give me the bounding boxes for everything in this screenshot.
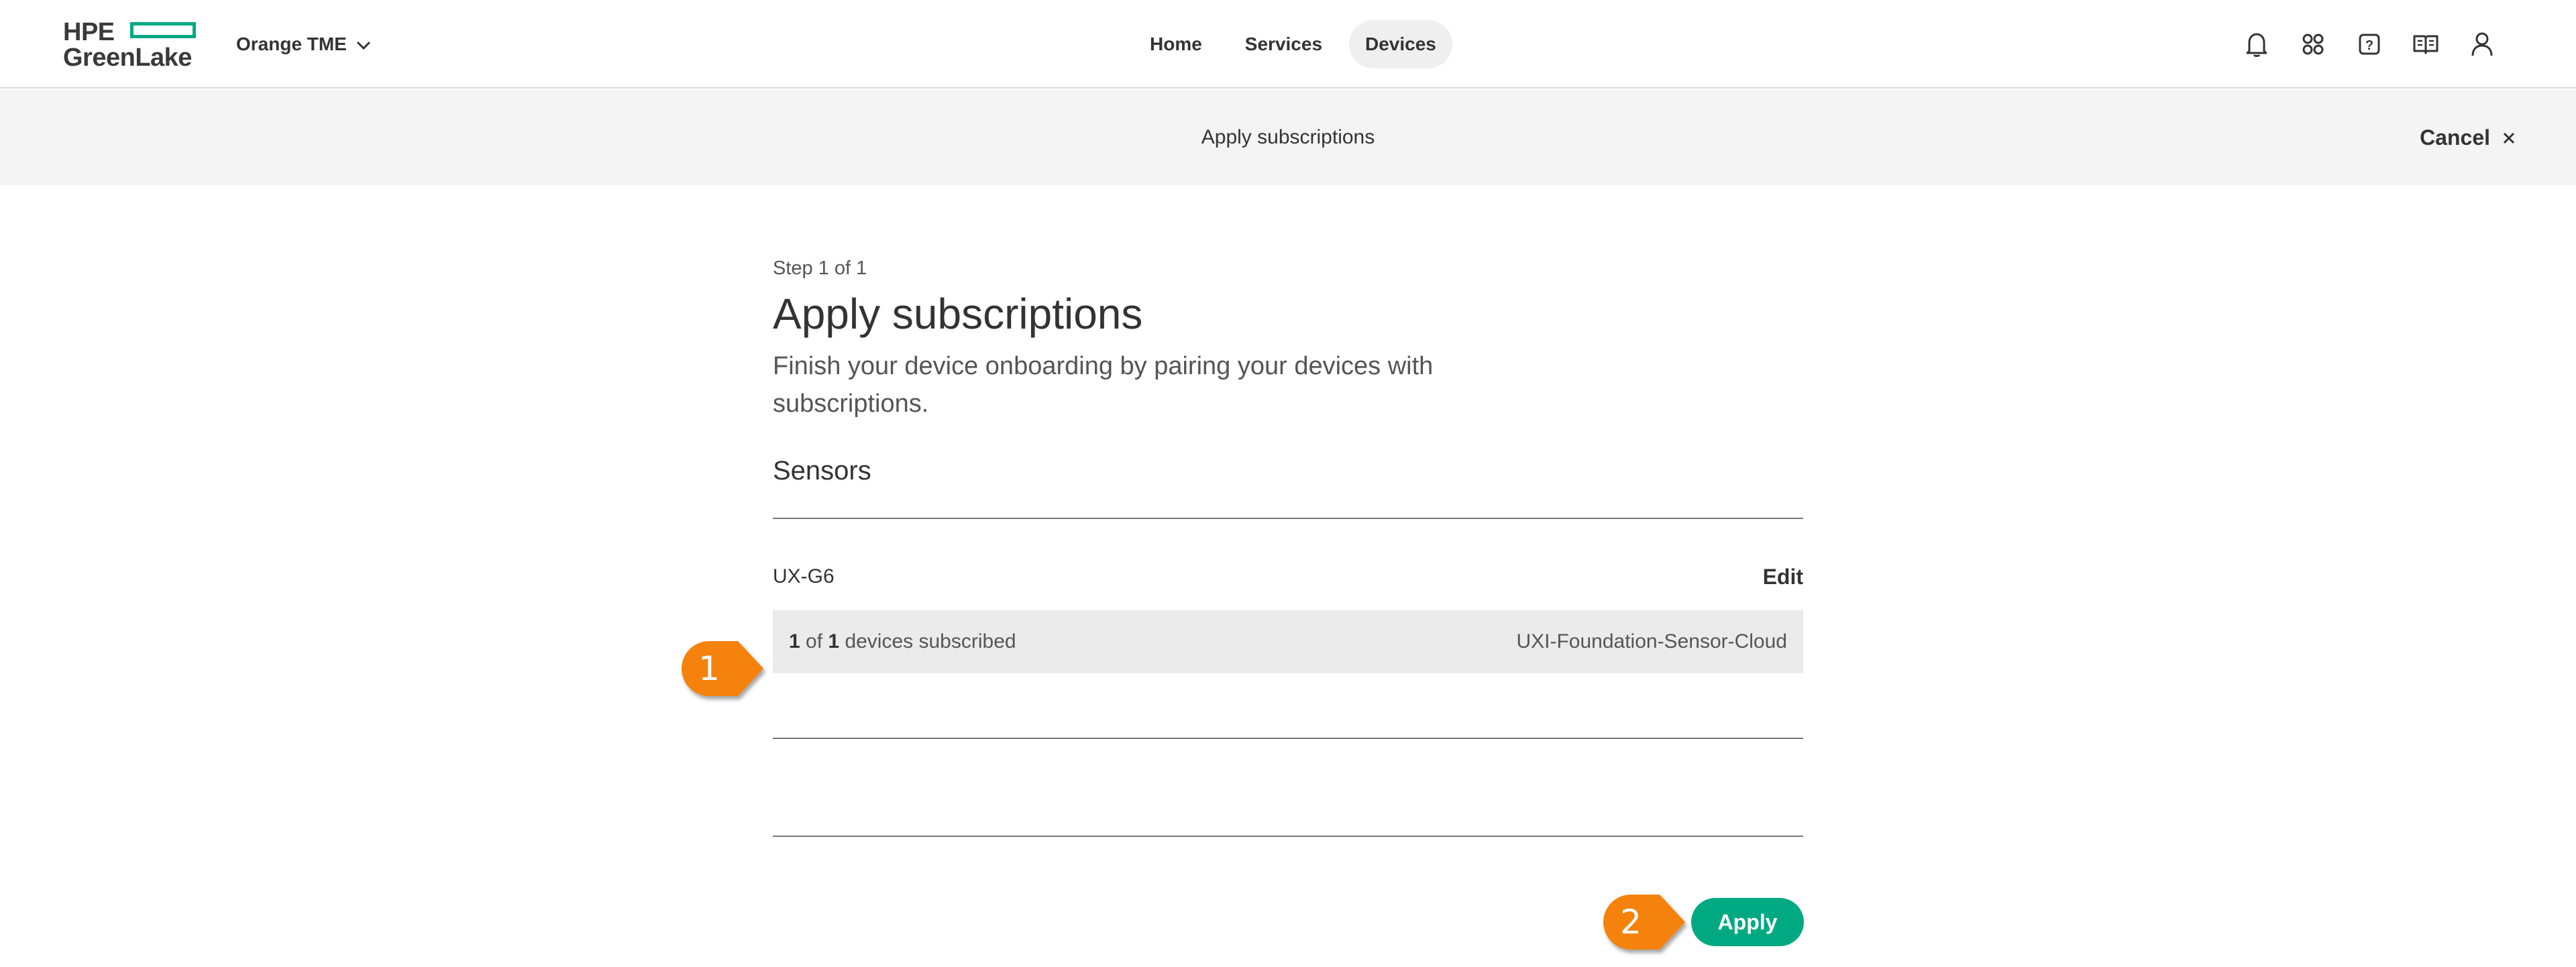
cancel-label: Cancel (2420, 125, 2490, 150)
cancel-button[interactable]: Cancel (2420, 121, 2516, 154)
help-icon[interactable]: ? (2353, 27, 2385, 62)
close-icon (2502, 125, 2516, 150)
callout-marker-1: 1 (679, 638, 780, 699)
main-nav: Home Services Devices (1134, 20, 1452, 68)
subscribed-status: 1 of 1 devices subscribed (789, 630, 1016, 653)
subscribed-count: 1 (789, 630, 800, 652)
subscription-name: UXI-Foundation-Sensor-Cloud (1516, 630, 1787, 652)
bell-icon[interactable] (2241, 27, 2273, 62)
group-divider (773, 738, 1803, 739)
logo-text-hpe: HPE (63, 18, 115, 46)
edit-button[interactable]: Edit (1763, 565, 1803, 589)
svg-text:?: ? (2365, 38, 2373, 53)
logo-text-greenlake: GreenLake (63, 44, 192, 72)
top-header: HPE GreenLake Orange TME Home Services D… (0, 0, 2576, 89)
hpe-greenlake-logo[interactable]: HPE GreenLake (63, 19, 204, 72)
nav-services[interactable]: Services (1229, 20, 1338, 68)
callout-number-2: 2 (1620, 903, 1642, 942)
chevron-down-icon (356, 34, 371, 55)
page-title: Apply subscriptions (773, 290, 1143, 338)
header-actions: ? (2241, 27, 2498, 62)
wizard-content: Step 1 of 1 Apply subscriptions Finish y… (773, 255, 1803, 837)
device-group-header: UX-G6 Edit (773, 557, 1803, 597)
wizard-title: Apply subscriptions (1201, 126, 1375, 148)
callout-marker-2: 2 (1601, 892, 1701, 952)
wizard-header-bar: Apply subscriptions Cancel (0, 90, 2576, 185)
section-divider (773, 518, 1803, 519)
workspace-selector[interactable]: Orange TME (236, 30, 371, 59)
workspace-name: Orange TME (236, 34, 347, 54)
book-icon[interactable] (2410, 27, 2442, 62)
user-icon[interactable] (2466, 27, 2498, 62)
apply-button[interactable]: Apply (1691, 898, 1804, 946)
page-description: Finish your device onboarding by pairing… (773, 352, 1434, 418)
nav-devices[interactable]: Devices (1349, 20, 1452, 68)
callout-number-1: 1 (698, 649, 720, 688)
footer-divider (773, 836, 1803, 837)
device-model-label: UX-G6 (773, 565, 835, 587)
nav-home[interactable]: Home (1134, 20, 1218, 68)
subscription-summary-row: 1 of 1 devices subscribed UXI-Foundation… (773, 610, 1803, 673)
subscribed-suffix: devices subscribed (845, 630, 1016, 652)
apps-grid-icon[interactable] (2297, 27, 2329, 62)
step-indicator: Step 1 of 1 (773, 258, 867, 279)
total-count: 1 (828, 630, 840, 652)
of-label: of (806, 630, 823, 652)
logo-green-rectangle (130, 22, 196, 38)
section-title-sensors: Sensors (773, 456, 871, 486)
